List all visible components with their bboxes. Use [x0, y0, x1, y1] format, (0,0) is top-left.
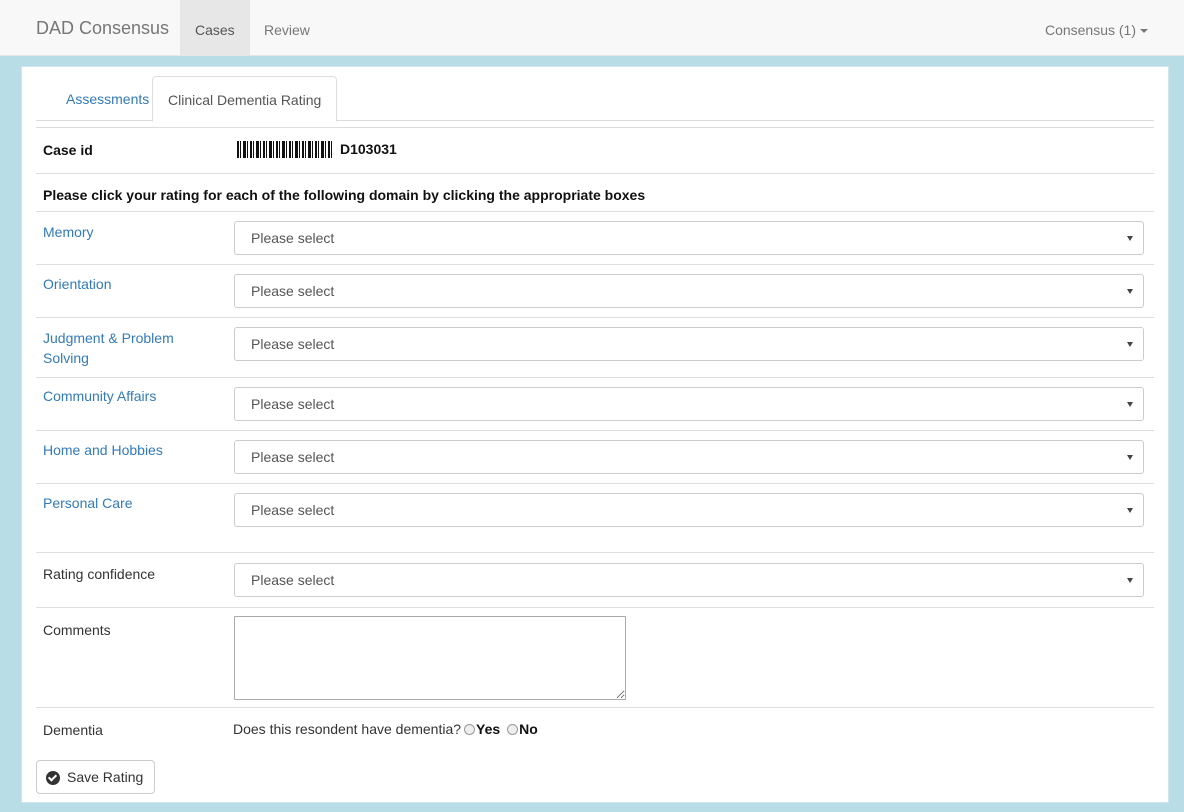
instructions-text: Please click your rating for each of the…	[43, 187, 646, 203]
community-affairs-select[interactable]: Please select	[234, 387, 1144, 421]
dementia-question-group: Does this resondent have dementia? Yes No	[233, 721, 538, 737]
memory-select[interactable]: Please select	[234, 221, 1144, 255]
select-value: Please select	[251, 396, 335, 412]
dropdown-arrow-icon	[1127, 578, 1133, 583]
dementia-no-radio[interactable]	[507, 724, 519, 735]
save-rating-button[interactable]: Save Rating	[36, 760, 155, 794]
domain-label-orientation[interactable]: Orientation	[43, 274, 111, 294]
domain-row-community: Community Affairs Please select	[36, 377, 1154, 430]
confidence-label: Rating confidence	[43, 566, 156, 582]
tab-assessments[interactable]: Assessments	[51, 76, 164, 121]
comments-label: Comments	[43, 622, 111, 638]
domain-label-memory[interactable]: Memory	[43, 222, 94, 242]
tab-bar: Assessments Clinical Dementia Rating	[36, 76, 1154, 122]
nav-review[interactable]: Review	[249, 0, 325, 56]
dementia-no-label[interactable]: No	[519, 721, 538, 737]
check-circle-icon	[46, 771, 60, 785]
case-id-row: Case id D103031	[36, 127, 1154, 173]
select-value: Please select	[251, 502, 335, 518]
domain-row-memory: Memory Please select	[36, 211, 1154, 264]
dementia-yes-label[interactable]: Yes	[476, 721, 500, 737]
dropdown-arrow-icon	[1127, 402, 1133, 407]
case-id-label: Case id	[43, 142, 93, 158]
domain-label-judgment[interactable]: Judgment & Problem Solving	[43, 328, 193, 368]
dropdown-arrow-icon	[1127, 289, 1133, 294]
home-hobbies-select[interactable]: Please select	[234, 440, 1144, 474]
domain-row-judgment: Judgment & Problem Solving Please select	[36, 317, 1154, 377]
domain-row-orientation: Orientation Please select	[36, 264, 1154, 317]
dropdown-arrow-icon	[1127, 236, 1133, 241]
dropdown-arrow-icon	[1127, 342, 1133, 347]
dropdown-arrow-icon	[1127, 455, 1133, 460]
select-value: Please select	[251, 572, 335, 588]
comments-row: Comments	[36, 607, 1154, 707]
instructions-row: Please click your rating for each of the…	[36, 173, 1154, 211]
orientation-select[interactable]: Please select	[234, 274, 1144, 308]
dementia-row: Dementia Does this resondent have dement…	[36, 707, 1154, 749]
domain-label-community-affairs[interactable]: Community Affairs	[43, 386, 156, 406]
barcode-icon	[237, 141, 332, 158]
select-value: Please select	[251, 230, 335, 246]
dementia-yes-radio[interactable]	[464, 724, 476, 735]
content-frame: Assessments Clinical Dementia Rating Cas…	[0, 56, 1184, 812]
select-value: Please select	[251, 336, 335, 352]
main-panel: Assessments Clinical Dementia Rating Cas…	[21, 66, 1169, 803]
comments-textarea[interactable]	[234, 616, 626, 700]
confidence-row: Rating confidence Please select	[36, 552, 1154, 607]
domain-row-home: Home and Hobbies Please select	[36, 430, 1154, 483]
domain-label-home-hobbies[interactable]: Home and Hobbies	[43, 440, 163, 460]
dementia-question: Does this resondent have dementia?	[233, 721, 462, 737]
judgment-select[interactable]: Please select	[234, 327, 1144, 361]
rating-confidence-select[interactable]: Please select	[234, 563, 1144, 597]
brand-link[interactable]: DAD Consensus	[36, 18, 169, 39]
select-value: Please select	[251, 283, 335, 299]
user-menu-label: Consensus (1)	[1044, 22, 1136, 38]
top-navbar: DAD Consensus Cases Review Consensus (1)	[0, 0, 1184, 56]
dropdown-arrow-icon	[1127, 508, 1133, 513]
domain-row-personal-care: Personal Care Please select	[36, 483, 1154, 536]
save-rating-label: Save Rating	[67, 769, 144, 785]
select-value: Please select	[251, 449, 335, 465]
domain-label-personal-care[interactable]: Personal Care	[43, 493, 133, 513]
nav-cases[interactable]: Cases	[180, 0, 250, 56]
caret-down-icon	[1140, 29, 1148, 34]
dementia-label: Dementia	[43, 722, 103, 738]
tab-clinical-dementia-rating[interactable]: Clinical Dementia Rating	[152, 76, 338, 122]
user-menu[interactable]: Consensus (1)	[1045, 0, 1148, 56]
case-id-value: D103031	[340, 141, 397, 157]
personal-care-select[interactable]: Please select	[234, 493, 1144, 527]
